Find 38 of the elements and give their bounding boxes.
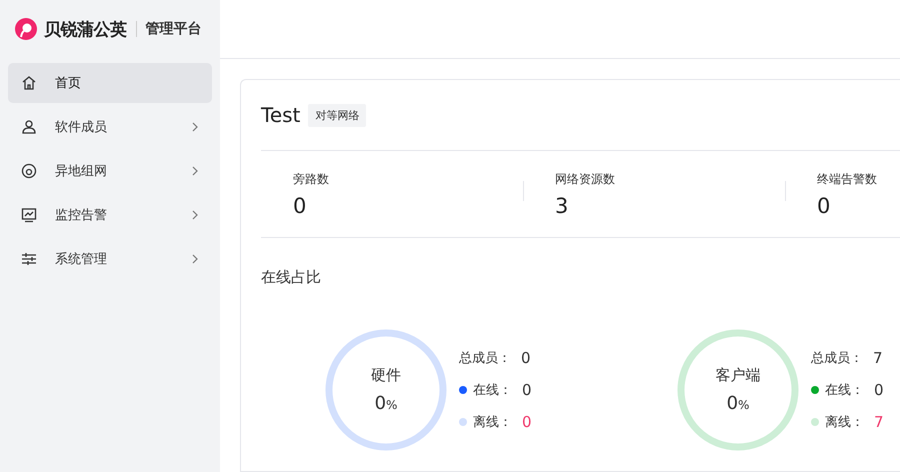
section-title: 在线占比 xyxy=(261,268,322,287)
stat-label: 旁路数 xyxy=(293,170,330,188)
ring-title: 客户端 xyxy=(716,366,760,385)
stat-value: 3 xyxy=(555,194,570,218)
stat-label: 终端告警数 xyxy=(817,170,878,188)
chart-monitor-icon xyxy=(20,206,38,224)
legend-label: 总成员： xyxy=(811,350,863,367)
stat-label: 网络资源数 xyxy=(555,170,616,188)
ring-percent: 0% xyxy=(726,393,750,414)
ring-title: 硬件 xyxy=(371,366,401,385)
home-icon xyxy=(20,74,38,92)
logo-icon xyxy=(14,17,38,41)
user-icon xyxy=(20,118,38,136)
legend-label: 在线： xyxy=(825,382,864,399)
brand-name: 贝锐蒲公英 xyxy=(44,18,126,40)
product-name: 管理平台 xyxy=(146,20,202,38)
sidebar-item[interactable]: 异地组网 xyxy=(8,151,212,191)
network-name: Test xyxy=(261,103,300,127)
legend-label: 总成员： xyxy=(459,350,511,367)
legend-value: 0 xyxy=(521,349,531,367)
legend-value: 7 xyxy=(873,349,883,367)
stat-value: 0 xyxy=(817,194,832,218)
legend-value: 7 xyxy=(874,413,884,431)
legend-value: 0 xyxy=(522,413,532,431)
legend-value: 0 xyxy=(522,381,532,399)
sidebar-item[interactable]: 监控告警 xyxy=(8,195,212,235)
legend-label: 离线： xyxy=(825,414,864,431)
network-type-tag: 对等网络 xyxy=(308,104,366,126)
legend-label: 在线： xyxy=(473,382,512,399)
target-icon xyxy=(20,162,38,180)
stat-value: 0 xyxy=(293,194,308,218)
sliders-icon xyxy=(20,250,38,268)
legend-value: 0 xyxy=(874,381,884,399)
legend-label: 离线： xyxy=(473,414,512,431)
sidebar-item[interactable]: 软件成员 xyxy=(8,107,212,147)
sidebar-item[interactable]: 首页 xyxy=(8,63,212,103)
ring-percent: 0% xyxy=(374,393,398,414)
sidebar-item[interactable]: 系统管理 xyxy=(8,239,212,279)
